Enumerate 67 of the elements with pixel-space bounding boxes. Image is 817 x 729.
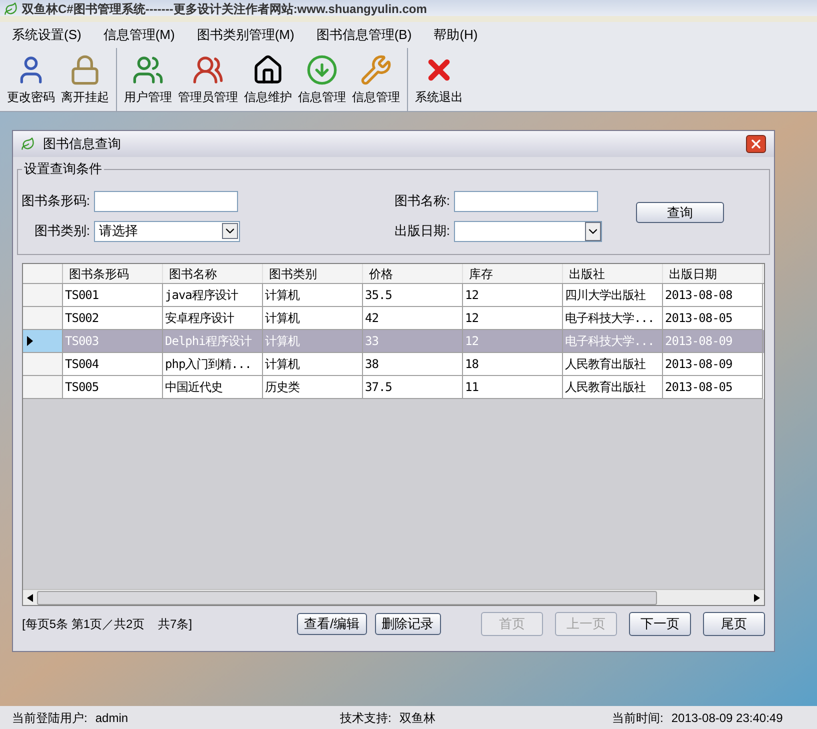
horizontal-scrollbar[interactable] bbox=[23, 589, 764, 605]
toolbar-button[interactable]: 用户管理 bbox=[121, 48, 175, 111]
dialog-title: 图书信息查询 bbox=[43, 135, 122, 154]
status-label: 当前时间: bbox=[612, 710, 664, 726]
caret-icon bbox=[222, 223, 238, 239]
toolbar-button[interactable]: 信息维护 bbox=[241, 48, 295, 111]
menu-item[interactable]: 图书类别管理(M) bbox=[192, 25, 298, 45]
column-header[interactable]: 出版社 bbox=[563, 264, 663, 283]
dropdown-field[interactable]: 请选择 bbox=[94, 220, 240, 242]
column-header[interactable]: 图书类别 bbox=[263, 264, 363, 283]
table-cell: 中国近代史 bbox=[163, 376, 263, 399]
action-button[interactable]: 查看/编辑 bbox=[297, 613, 367, 635]
wrench-icon bbox=[360, 54, 392, 86]
field-label: 图书条形码: bbox=[20, 192, 90, 210]
date-field[interactable] bbox=[454, 220, 602, 242]
group-legend: 设置查询条件 bbox=[22, 161, 104, 177]
row-pointer-icon bbox=[27, 336, 33, 346]
toolbar-button[interactable]: 信息管理 bbox=[295, 48, 349, 111]
toolbar-button[interactable]: 离开挂起 bbox=[58, 48, 112, 111]
table-cell: 2013-08-05 bbox=[663, 376, 763, 399]
action-button[interactable]: 删除记录 bbox=[374, 613, 441, 635]
row-header[interactable] bbox=[23, 330, 63, 353]
users-icon bbox=[132, 54, 164, 86]
table-cell: 11 bbox=[463, 376, 563, 399]
text-field[interactable] bbox=[454, 190, 598, 212]
toolbar-button[interactable]: 管理员管理 bbox=[175, 48, 241, 111]
column-header[interactable]: 出版日期 bbox=[663, 264, 763, 283]
query-button[interactable]: 查询 bbox=[636, 202, 724, 222]
padlock-icon bbox=[69, 54, 101, 86]
arrow-down-icon bbox=[306, 54, 338, 86]
caret-icon bbox=[585, 222, 601, 240]
field-label: 图书名称: bbox=[393, 192, 450, 210]
paging-info: [每页5条 第1页／共2页 共7条] bbox=[22, 616, 194, 633]
toolbar-button[interactable]: 系统退出 bbox=[412, 48, 466, 111]
field-label: 出版日期: bbox=[393, 222, 450, 240]
close-icon bbox=[749, 137, 763, 151]
toolbar-button[interactable]: 更改密码 bbox=[4, 48, 58, 111]
column-header[interactable]: 库存 bbox=[463, 264, 563, 283]
users-icon bbox=[192, 54, 224, 86]
scroll-left-icon[interactable] bbox=[27, 594, 33, 602]
field-label: 图书类别: bbox=[33, 222, 90, 240]
app-icon bbox=[21, 137, 35, 151]
table-cell: 历史类 bbox=[263, 376, 363, 399]
status-label: 技术支持: bbox=[340, 710, 392, 726]
status-value: admin bbox=[95, 710, 128, 726]
text-field[interactable] bbox=[94, 190, 238, 212]
pager-button[interactable]: 尾页 bbox=[703, 612, 765, 636]
column-header[interactable]: 价格 bbox=[363, 264, 463, 283]
menu-item[interactable]: 系统设置(S) bbox=[8, 25, 86, 45]
menu-item[interactable]: 信息管理(M) bbox=[99, 25, 179, 45]
table-cell: 37.5 bbox=[363, 376, 463, 399]
window-title: 双鱼林C#图书管理系统-------更多设计关注作者网站:www.shuangyulin.com bbox=[22, 2, 427, 16]
app-icon bbox=[4, 2, 18, 16]
column-header[interactable]: 图书条形码 bbox=[63, 264, 163, 283]
column-header[interactable]: 图书名称 bbox=[163, 264, 263, 283]
home-icon bbox=[252, 54, 284, 86]
status-value: 2013-08-09 23:40:49 bbox=[671, 710, 783, 726]
close-button[interactable] bbox=[746, 135, 766, 153]
toolbar-button[interactable]: 信息管理 bbox=[349, 48, 403, 111]
status-label: 当前登陆用户: bbox=[12, 710, 88, 726]
scroll-right-icon[interactable] bbox=[754, 594, 760, 602]
pager-button[interactable]: 下一页 bbox=[629, 612, 691, 636]
menu-item[interactable]: 图书信息管理(B) bbox=[312, 25, 416, 45]
status-value: 双鱼林 bbox=[399, 710, 436, 726]
menu-item[interactable]: 帮助(H) bbox=[430, 25, 482, 45]
table-cell: 人民教育出版社 bbox=[563, 376, 663, 399]
table-cell: TS005 bbox=[63, 376, 163, 399]
